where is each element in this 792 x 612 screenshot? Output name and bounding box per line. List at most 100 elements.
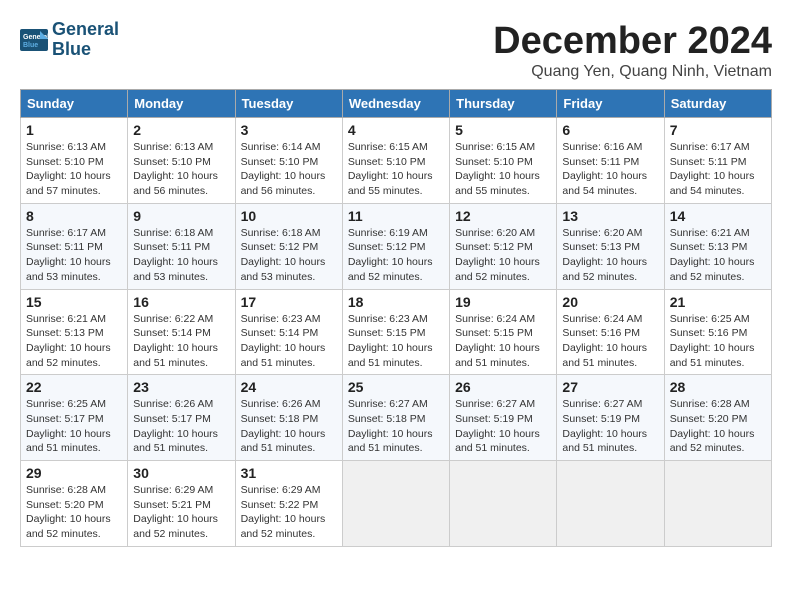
day-number: 15 xyxy=(26,294,122,310)
day-number: 24 xyxy=(241,379,337,395)
calendar-cell: 27 Sunrise: 6:27 AMSunset: 5:19 PMDayligh… xyxy=(557,375,664,461)
day-number: 5 xyxy=(455,122,551,138)
calendar-cell: 8 Sunrise: 6:17 AMSunset: 5:11 PMDaylight… xyxy=(21,203,128,289)
title-area: December 2024 Quang Yen, Quang Ninh, Vie… xyxy=(493,20,772,81)
day-info: Sunrise: 6:21 AMSunset: 5:13 PMDaylight:… xyxy=(670,226,766,285)
calendar-cell: 30 Sunrise: 6:29 AMSunset: 5:21 PMDayligh… xyxy=(128,461,235,547)
calendar-cell: 5 Sunrise: 6:15 AMSunset: 5:10 PMDaylight… xyxy=(450,118,557,204)
calendar-cell: 15 Sunrise: 6:21 AMSunset: 5:13 PMDayligh… xyxy=(21,289,128,375)
day-number: 8 xyxy=(26,208,122,224)
day-number: 22 xyxy=(26,379,122,395)
day-number: 25 xyxy=(348,379,444,395)
calendar-week-row: 22 Sunrise: 6:25 AMSunset: 5:17 PMDayligh… xyxy=(21,375,772,461)
day-info: Sunrise: 6:24 AMSunset: 5:15 PMDaylight:… xyxy=(455,312,551,371)
month-title: December 2024 xyxy=(493,20,772,63)
day-number: 7 xyxy=(670,122,766,138)
day-info: Sunrise: 6:27 AMSunset: 5:19 PMDaylight:… xyxy=(455,397,551,456)
calendar-cell: 2 Sunrise: 6:13 AMSunset: 5:10 PMDaylight… xyxy=(128,118,235,204)
day-info: Sunrise: 6:21 AMSunset: 5:13 PMDaylight:… xyxy=(26,312,122,371)
day-info: Sunrise: 6:13 AMSunset: 5:10 PMDaylight:… xyxy=(133,140,229,199)
day-info: Sunrise: 6:22 AMSunset: 5:14 PMDaylight:… xyxy=(133,312,229,371)
day-info: Sunrise: 6:23 AMSunset: 5:14 PMDaylight:… xyxy=(241,312,337,371)
day-number: 12 xyxy=(455,208,551,224)
day-number: 29 xyxy=(26,465,122,481)
day-number: 2 xyxy=(133,122,229,138)
calendar-cell: 17 Sunrise: 6:23 AMSunset: 5:14 PMDayligh… xyxy=(235,289,342,375)
logo-text: General Blue xyxy=(52,20,119,60)
logo: General Blue General Blue xyxy=(20,20,119,60)
day-number: 18 xyxy=(348,294,444,310)
calendar-cell: 6Sunrise: 6:16 AMSunset: 5:11 PMDaylight… xyxy=(557,118,664,204)
calendar-cell: 1 Sunrise: 6:13 AMSunset: 5:10 PMDaylight… xyxy=(21,118,128,204)
calendar-header-row: Sunday Monday Tuesday Wednesday Thursday… xyxy=(21,90,772,118)
calendar-cell: 25 Sunrise: 6:27 AMSunset: 5:18 PMDayligh… xyxy=(342,375,449,461)
day-number: 31 xyxy=(241,465,337,481)
day-number: 21 xyxy=(670,294,766,310)
calendar-cell: 4Sunrise: 6:15 AMSunset: 5:10 PMDaylight… xyxy=(342,118,449,204)
day-info: Sunrise: 6:14 AMSunset: 5:10 PMDaylight:… xyxy=(241,140,337,199)
day-info: Sunrise: 6:26 AMSunset: 5:17 PMDaylight:… xyxy=(133,397,229,456)
header-thursday: Thursday xyxy=(450,90,557,118)
day-number: 26 xyxy=(455,379,551,395)
calendar-cell: 22 Sunrise: 6:25 AMSunset: 5:17 PMDayligh… xyxy=(21,375,128,461)
header-tuesday: Tuesday xyxy=(235,90,342,118)
day-number: 16 xyxy=(133,294,229,310)
day-info: Sunrise: 6:25 AMSunset: 5:16 PMDaylight:… xyxy=(670,312,766,371)
calendar-cell: 7 Sunrise: 6:17 AMSunset: 5:11 PMDaylight… xyxy=(664,118,771,204)
day-number: 9 xyxy=(133,208,229,224)
calendar-cell: 23 Sunrise: 6:26 AMSunset: 5:17 PMDayligh… xyxy=(128,375,235,461)
day-info: Sunrise: 6:28 AMSunset: 5:20 PMDaylight:… xyxy=(26,483,122,542)
calendar-cell: 20Sunrise: 6:24 AMSunset: 5:16 PMDayligh… xyxy=(557,289,664,375)
day-number: 19 xyxy=(455,294,551,310)
calendar-cell: 29 Sunrise: 6:28 AMSunset: 5:20 PMDayligh… xyxy=(21,461,128,547)
calendar-cell: 26 Sunrise: 6:27 AMSunset: 5:19 PMDayligh… xyxy=(450,375,557,461)
day-info: Sunrise: 6:27 AMSunset: 5:18 PMDaylight:… xyxy=(348,397,444,456)
day-number: 10 xyxy=(241,208,337,224)
day-number: 20 xyxy=(562,294,658,310)
calendar-cell: 16 Sunrise: 6:22 AMSunset: 5:14 PMDayligh… xyxy=(128,289,235,375)
calendar-week-row: 8 Sunrise: 6:17 AMSunset: 5:11 PMDaylight… xyxy=(21,203,772,289)
header-wednesday: Wednesday xyxy=(342,90,449,118)
day-info: Sunrise: 6:15 AMSunset: 5:10 PMDaylight:… xyxy=(348,140,444,199)
day-info: Sunrise: 6:17 AMSunset: 5:11 PMDaylight:… xyxy=(26,226,122,285)
day-info: Sunrise: 6:26 AMSunset: 5:18 PMDaylight:… xyxy=(241,397,337,456)
day-number: 1 xyxy=(26,122,122,138)
calendar-cell: 28Sunrise: 6:28 AMSunset: 5:20 PMDayligh… xyxy=(664,375,771,461)
day-info: Sunrise: 6:15 AMSunset: 5:10 PMDaylight:… xyxy=(455,140,551,199)
day-number: 13 xyxy=(562,208,658,224)
calendar-cell: 12Sunrise: 6:20 AMSunset: 5:12 PMDayligh… xyxy=(450,203,557,289)
calendar-week-row: 29 Sunrise: 6:28 AMSunset: 5:20 PMDayligh… xyxy=(21,461,772,547)
calendar-cell: 9Sunrise: 6:18 AMSunset: 5:11 PMDaylight… xyxy=(128,203,235,289)
header-saturday: Saturday xyxy=(664,90,771,118)
logo-icon: General Blue xyxy=(20,29,48,51)
header-sunday: Sunday xyxy=(21,90,128,118)
day-info: Sunrise: 6:27 AMSunset: 5:19 PMDaylight:… xyxy=(562,397,658,456)
page-container: General Blue General Blue December 2024 … xyxy=(20,20,772,547)
day-info: Sunrise: 6:18 AMSunset: 5:12 PMDaylight:… xyxy=(241,226,337,285)
day-number: 30 xyxy=(133,465,229,481)
day-info: Sunrise: 6:13 AMSunset: 5:10 PMDaylight:… xyxy=(26,140,122,199)
calendar-week-row: 15 Sunrise: 6:21 AMSunset: 5:13 PMDayligh… xyxy=(21,289,772,375)
calendar: Sunday Monday Tuesday Wednesday Thursday… xyxy=(20,89,772,547)
day-number: 23 xyxy=(133,379,229,395)
calendar-cell: 10 Sunrise: 6:18 AMSunset: 5:12 PMDayligh… xyxy=(235,203,342,289)
calendar-week-row: 1 Sunrise: 6:13 AMSunset: 5:10 PMDaylight… xyxy=(21,118,772,204)
day-info: Sunrise: 6:25 AMSunset: 5:17 PMDaylight:… xyxy=(26,397,122,456)
calendar-cell: 31Sunrise: 6:29 AMSunset: 5:22 PMDayligh… xyxy=(235,461,342,547)
calendar-cell: 14Sunrise: 6:21 AMSunset: 5:13 PMDayligh… xyxy=(664,203,771,289)
calendar-cell: 21 Sunrise: 6:25 AMSunset: 5:16 PMDayligh… xyxy=(664,289,771,375)
day-info: Sunrise: 6:23 AMSunset: 5:15 PMDaylight:… xyxy=(348,312,444,371)
day-info: Sunrise: 6:20 AMSunset: 5:13 PMDaylight:… xyxy=(562,226,658,285)
day-info: Sunrise: 6:19 AMSunset: 5:12 PMDaylight:… xyxy=(348,226,444,285)
day-info: Sunrise: 6:17 AMSunset: 5:11 PMDaylight:… xyxy=(670,140,766,199)
day-number: 3 xyxy=(241,122,337,138)
day-number: 27 xyxy=(562,379,658,395)
day-info: Sunrise: 6:29 AMSunset: 5:21 PMDaylight:… xyxy=(133,483,229,542)
calendar-cell: 3 Sunrise: 6:14 AMSunset: 5:10 PMDaylight… xyxy=(235,118,342,204)
calendar-cell xyxy=(450,461,557,547)
calendar-cell: 11 Sunrise: 6:19 AMSunset: 5:12 PMDayligh… xyxy=(342,203,449,289)
day-number: 11 xyxy=(348,208,444,224)
day-number: 28 xyxy=(670,379,766,395)
day-info: Sunrise: 6:16 AMSunset: 5:11 PMDaylight:… xyxy=(562,140,658,199)
day-number: 17 xyxy=(241,294,337,310)
